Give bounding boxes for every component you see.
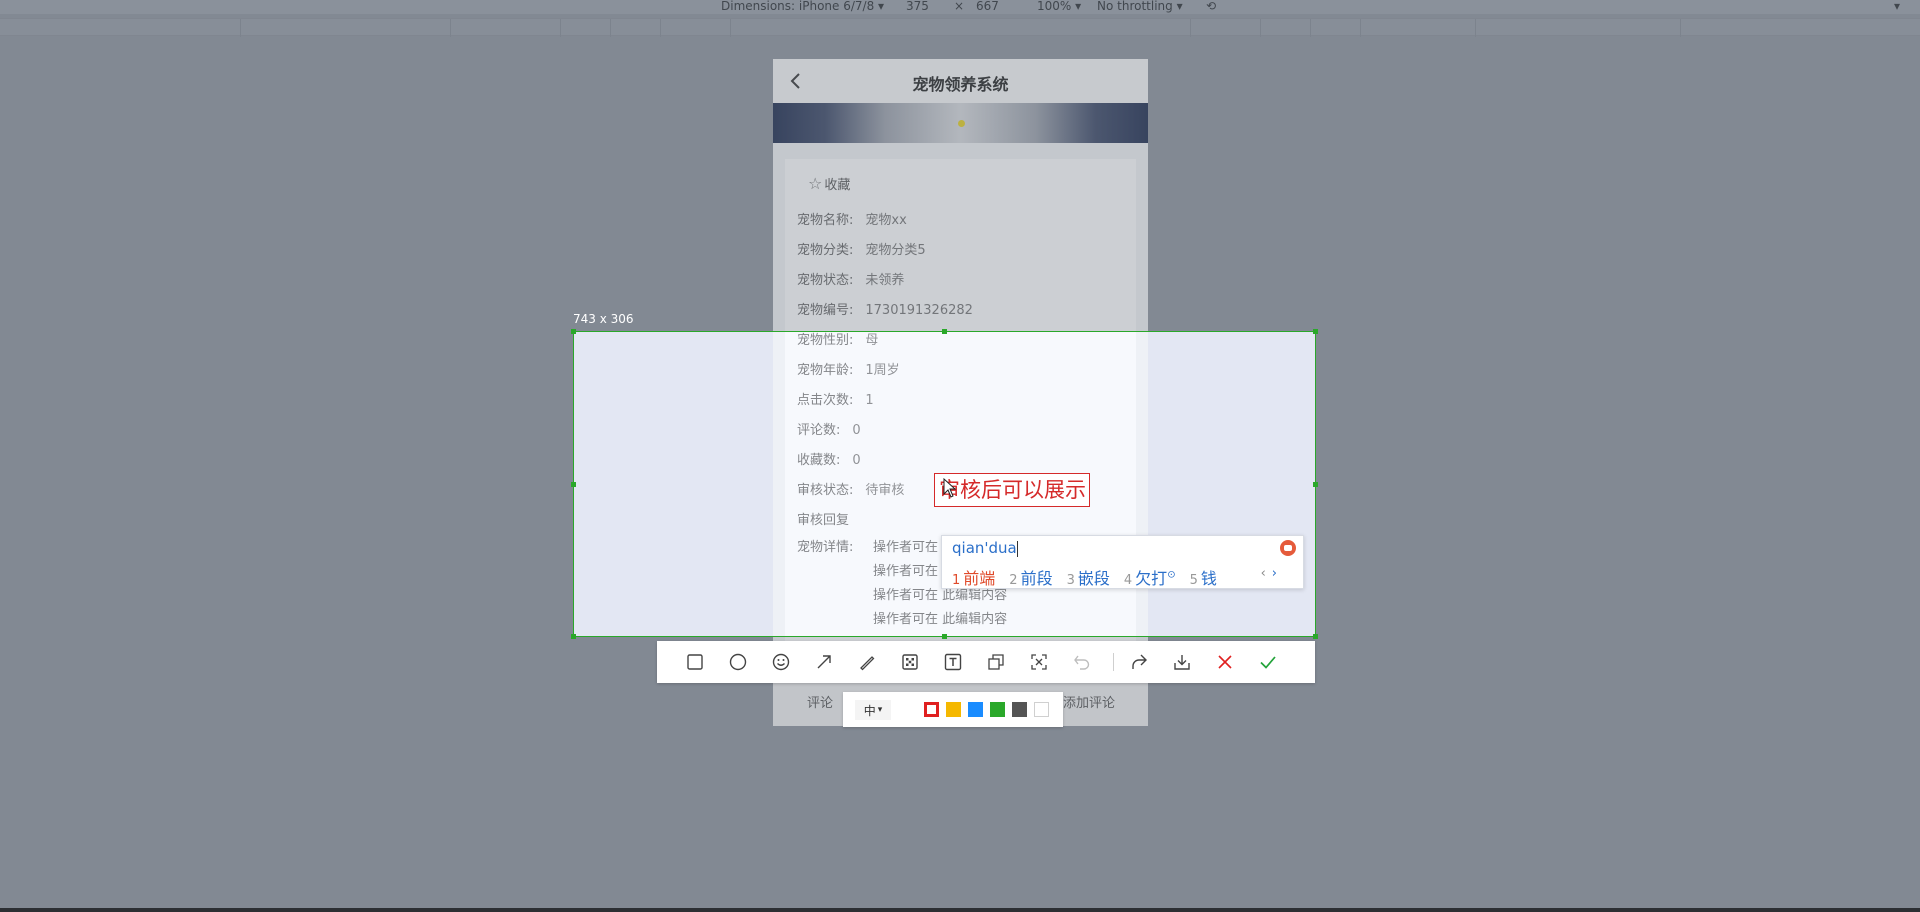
text-icon[interactable] (942, 651, 964, 673)
field-value: 宠物分类5 (865, 243, 926, 258)
throttling-label: No throttling (1097, 0, 1173, 13)
candidate-number: 4 (1123, 573, 1133, 588)
font-size-select[interactable]: 中 ▾ (855, 700, 891, 720)
bottom-edge (0, 908, 1920, 912)
mouse-cursor-icon (943, 478, 957, 498)
toolbar-divider (1113, 653, 1114, 671)
field-row: 宠物编号: 1730191326282 (797, 299, 973, 318)
app-header: 宠物领养系统 (773, 59, 1148, 103)
candidate-number: 5 (1189, 573, 1198, 588)
confirm-icon[interactable] (1257, 651, 1279, 673)
field-row: 宠物分类: 宠物分类5 (797, 239, 926, 258)
carousel-dot[interactable] (958, 120, 965, 127)
resize-handle-se[interactable] (1313, 634, 1318, 639)
cloud-check-icon: ⊙ (1167, 569, 1176, 581)
mosaic-icon[interactable] (899, 651, 921, 673)
pin-icon[interactable] (985, 651, 1007, 673)
rotate-icon[interactable]: ⟲ (1206, 0, 1216, 13)
ime-candidate[interactable]: 3 嵌段 (1067, 565, 1110, 589)
field-label: 宠物状态: (797, 273, 854, 288)
height-input[interactable]: 667 (976, 0, 999, 13)
selection-right-area (1148, 332, 1315, 636)
ocr-icon[interactable] (1028, 651, 1050, 673)
screenshot-toolbar (657, 641, 1315, 683)
resize-handle-sw[interactable] (571, 634, 576, 639)
field-value: 1730191326282 (865, 303, 973, 318)
pet-banner-image (773, 103, 1148, 143)
emoji-icon[interactable] (770, 651, 792, 673)
times-sign: × (954, 0, 965, 13)
selection-size-label: 743 x 306 (573, 312, 634, 326)
devtools-device-toolbar: Dimensions: iPhone 6/7/8 ▾ 375 × 667 100… (0, 0, 1920, 14)
candidate-word: 前端 (963, 569, 996, 588)
color-swatch-blue[interactable] (968, 702, 983, 717)
field-value: 未领养 (865, 273, 905, 288)
text-annotation-box[interactable]: 审核后可以展示 (934, 473, 1090, 507)
font-size-label: 中 (863, 703, 876, 718)
ime-candidate[interactable]: 4 欠打⊙ (1124, 565, 1176, 589)
zoom-label: 100% (1037, 0, 1072, 13)
field-row: 宠物状态: 未领养 (797, 269, 904, 288)
resize-handle-s[interactable] (942, 634, 947, 639)
field-label: 宠物名称: (797, 213, 854, 228)
share-icon[interactable] (1128, 651, 1150, 673)
candidate-word: 嵌段 (1077, 569, 1110, 588)
ime-page-nav: ‹ › (1261, 566, 1277, 581)
color-swatch-yellow[interactable] (946, 702, 961, 717)
app-title: 宠物领养系统 (912, 75, 1009, 94)
arrow-icon[interactable] (813, 651, 835, 673)
field-row: 宠物名称: 宠物xx (797, 209, 907, 228)
device-select[interactable]: Dimensions: iPhone 6/7/8 ▾ (721, 0, 884, 13)
ime-candidate[interactable]: 1 前端 (952, 565, 995, 589)
favorite-button[interactable]: ☆ 收藏 (808, 174, 850, 193)
zoom-select[interactable]: 100% ▾ (1037, 0, 1081, 13)
cancel-icon[interactable] (1214, 651, 1236, 673)
ime-next-page[interactable]: › (1272, 566, 1277, 581)
more-options-icon[interactable]: ▾ (1894, 0, 1900, 13)
candidate-word: 前段 (1020, 569, 1053, 588)
add-comment-button[interactable]: 添加评论 (1063, 692, 1115, 711)
star-icon: ☆ (808, 174, 823, 193)
ellipse-icon[interactable] (727, 651, 749, 673)
throttling-select[interactable]: No throttling ▾ (1097, 0, 1183, 13)
candidate-number: 3 (1066, 573, 1075, 588)
ime-prev-page[interactable]: ‹ (1261, 566, 1266, 581)
favorite-label: 收藏 (824, 178, 851, 193)
selection-left-area (574, 332, 773, 636)
device-select-label: Dimensions: iPhone 6/7/8 (721, 0, 875, 13)
ime-candidate[interactable]: 5钱 (1190, 565, 1217, 589)
color-swatch-white[interactable] (1034, 702, 1049, 717)
field-value: 宠物xx (865, 213, 907, 228)
ime-candidate[interactable]: 2 前段 (1009, 565, 1052, 589)
media-query-ruler (0, 18, 1920, 37)
resize-handle-e[interactable] (1313, 482, 1318, 487)
field-label: 宠物分类: (797, 243, 854, 258)
color-swatch-green[interactable] (990, 702, 1005, 717)
candidate-word: 欠打 (1135, 569, 1168, 588)
resize-handle-ne[interactable] (1313, 329, 1318, 334)
width-input[interactable]: 375 (906, 0, 929, 13)
download-icon[interactable] (1171, 651, 1193, 673)
text-caret (1016, 540, 1018, 557)
candidate-number: 1 (952, 573, 961, 588)
ime-logo-icon[interactable] (1280, 540, 1296, 556)
color-swatch-gray[interactable] (1012, 702, 1027, 717)
color-swatch-red[interactable] (924, 702, 939, 717)
field-label: 宠物编号: (797, 303, 854, 318)
candidate-word: 钱 (1200, 569, 1217, 588)
pen-icon[interactable] (856, 651, 878, 673)
text-options-bar: 中 ▾ (843, 692, 1063, 727)
undo-icon[interactable] (1071, 651, 1093, 673)
resize-handle-n[interactable] (942, 329, 947, 334)
resize-handle-nw[interactable] (571, 329, 576, 334)
ime-candidates: 1 前端 2 前段 3 嵌段 4 欠打⊙ 5钱 (952, 565, 1217, 589)
ime-input-text: qian'dua (952, 539, 1017, 557)
comment-tab[interactable]: 评论 (807, 692, 833, 711)
candidate-number: 2 (1009, 573, 1018, 588)
chevron-down-icon: ▾ (877, 705, 883, 715)
ime-candidate-window: qian'dua 1 前端 2 前段 3 嵌段 4 欠打⊙ 5钱 ‹ › (941, 535, 1304, 589)
resize-handle-w[interactable] (571, 482, 576, 487)
rectangle-icon[interactable] (684, 651, 706, 673)
ime-composition: qian'dua (952, 539, 1018, 557)
